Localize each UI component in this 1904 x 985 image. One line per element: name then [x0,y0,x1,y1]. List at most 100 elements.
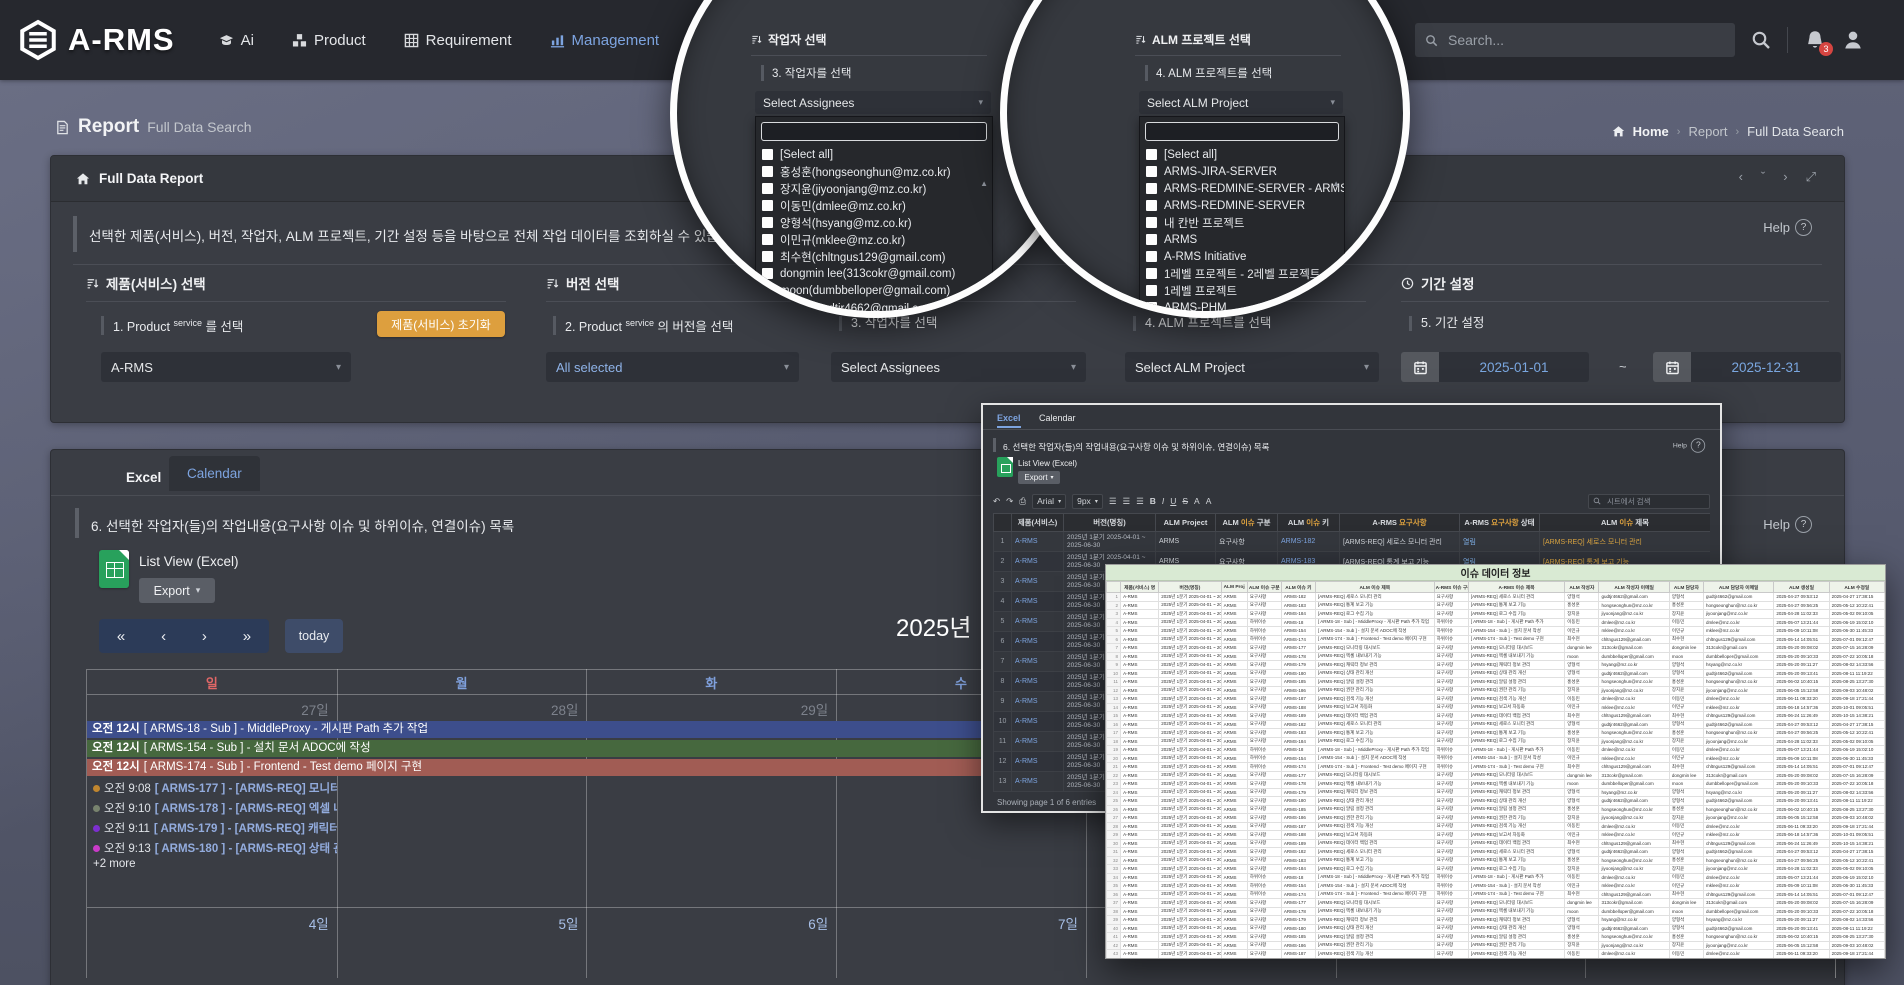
checkbox-icon[interactable] [1146,200,1157,211]
assignee-select[interactable]: Select Assignees ▾ [755,91,991,114]
sheet-row[interactable]: 1A-RMS2025년 1분기 2025-04-01 ~ 2025-06-30A… [1107,593,1885,602]
checkbox-icon[interactable] [762,166,773,177]
sheet-row[interactable]: 43A-RMS2025년 1분기 2025-04-01 ~ 2025-06-30… [1107,950,1885,959]
sheet-row[interactable]: 11A-RMS2025년 1분기 2025-04-01 ~ 2025-06-30… [1107,678,1885,687]
expand-icon[interactable]: ⤢ [1806,169,1816,185]
date-from-field[interactable]: 2025-01-01 [1401,352,1589,382]
assignee-option[interactable]: 이동민(dmlee@mz.co.kr) [756,197,992,214]
tab-calendar[interactable]: Calendar [1039,413,1076,423]
checkbox-icon[interactable] [1146,251,1157,262]
strikethrough-icon[interactable]: S [1182,496,1188,506]
nav-item-management[interactable]: Management [550,32,660,49]
checkbox-icon[interactable] [1146,183,1157,194]
search-submit-icon[interactable] [1751,30,1771,50]
sheet-row[interactable]: 32A-RMS2025년 1분기 2025-04-01 ~ 2025-06-30… [1107,856,1885,865]
bold-icon[interactable]: B [1150,496,1156,506]
assignee-option[interactable]: 이민규(mklee@mz.co.kr) [756,231,992,248]
assignee-option[interactable]: 홍성훈(hongseonghun@mz.co.kr) [756,163,992,180]
breadcrumb-home[interactable]: Home [1633,124,1669,139]
sheet-row[interactable]: 25A-RMS2025년 1분기 2025-04-01 ~ 2025-06-30… [1107,797,1885,806]
checkbox-icon[interactable] [1146,285,1157,296]
header-cell[interactable]: ALM 이슈 구분 [1216,514,1278,532]
today-button[interactable]: today [285,619,343,653]
help-button[interactable]: Help ? [1763,516,1812,533]
search-input[interactable] [1446,31,1725,49]
align-center-icon[interactable]: ☰ [1122,496,1130,507]
tab-excel[interactable]: Excel [114,462,173,493]
sheet-row[interactable]: 19A-RMS2025년 1분기 2025-04-01 ~ 2025-06-30… [1107,746,1885,755]
alm-project-option[interactable]: 1레벨 프로젝트 [1140,282,1344,299]
report-row[interactable]: 1A-RMS2025년 1분기 2025-04-01 ~ 2025-06-30A… [994,532,1711,552]
assignee-option[interactable]: 최수현(chltngus129@gmail.com) [756,248,992,265]
nav-item-ai[interactable]: Ai [219,32,254,49]
header-cell[interactable]: A-RMS 요구사항 [1340,514,1460,532]
collapse-down-icon[interactable]: ˇ [1761,169,1765,185]
header-cell[interactable]: ALM 이슈 키 [1278,514,1340,532]
date-to-field[interactable]: 2025-12-31 [1653,352,1841,382]
next-month-button[interactable]: › [202,628,207,645]
assignee-select[interactable]: Select Assignees ▾ [831,352,1086,382]
alm-project-option[interactable]: ARMS-REDMINE-SERVER [1140,197,1344,214]
calendar-event-item[interactable]: 오전 9:10[ ARMS-178 ] - [ARMS-REQ] 엑셀 내보내기 [87,798,337,818]
app-logo[interactable]: A-RMS [18,18,175,62]
checkbox-icon[interactable] [762,217,773,228]
sheet-row[interactable]: 38A-RMS2025년 1분기 2025-04-01 ~ 2025-06-30… [1107,907,1885,916]
sheet-row[interactable]: 40A-RMS2025년 1분기 2025-04-01 ~ 2025-06-30… [1107,924,1885,933]
alm-project-option[interactable]: ARMS-REDMINE-SERVER - ARMS-RE [1140,180,1344,197]
prev-month-button[interactable]: ‹ [161,628,166,645]
alm-project-option[interactable]: A-RMS Initiative [1140,248,1344,265]
sheet-row[interactable]: 7A-RMS2025년 1분기 2025-04-01 ~ 2025-06-30A… [1107,644,1885,653]
assignee-option[interactable]: dongmin lee(313cokr@gmail.com) [756,265,992,282]
version-select[interactable]: All selected ▾ [546,352,799,382]
sheet-row[interactable]: 41A-RMS2025년 1분기 2025-04-01 ~ 2025-06-30… [1107,933,1885,942]
sheet-row[interactable]: 29A-RMS2025년 1분기 2025-04-01 ~ 2025-06-30… [1107,831,1885,840]
date-cell[interactable]: 27일 [87,694,337,721]
date-cell[interactable]: 6일 [586,908,836,935]
sheet-row[interactable]: 28A-RMS2025년 1분기 2025-04-01 ~ 2025-06-30… [1107,822,1885,831]
sheet-row[interactable]: 9A-RMS2025년 1분기 2025-04-01 ~ 2025-06-30A… [1107,661,1885,670]
checkbox-icon[interactable] [1146,268,1157,279]
alm-project-option[interactable]: ARMS-JIRA-SERVER [1140,163,1344,180]
date-cell[interactable]: 29일 [586,694,836,721]
sheet-row[interactable]: 39A-RMS2025년 1분기 2025-04-01 ~ 2025-06-30… [1107,916,1885,925]
nav-item-requirement[interactable]: Requirement [404,32,512,49]
sheet-row[interactable]: 42A-RMS2025년 1분기 2025-04-01 ~ 2025-06-30… [1107,941,1885,950]
sheet-row[interactable]: 24A-RMS2025년 1분기 2025-04-01 ~ 2025-06-30… [1107,788,1885,797]
sheet-row[interactable]: 5A-RMS2025년 1분기 2025-04-01 ~ 2025-06-30A… [1107,627,1885,636]
sheet-row[interactable]: 36A-RMS2025년 1분기 2025-04-01 ~ 2025-06-30… [1107,890,1885,899]
alm-project-option[interactable]: 1레벨 프로젝트 - 2레벨 프로젝트 [1140,265,1344,282]
assignee-option[interactable]: 양형석(hsyang@mz.co.kr) [756,214,992,231]
sheet-row[interactable]: 12A-RMS2025년 1분기 2025-04-01 ~ 2025-06-30… [1107,686,1885,695]
checkbox-icon[interactable] [1146,166,1157,177]
user-icon[interactable] [1842,29,1864,51]
notification-button[interactable]: 3 [1804,29,1826,51]
checkbox-icon[interactable] [1146,234,1157,245]
sheet-row[interactable]: 8A-RMS2025년 1분기 2025-04-01 ~ 2025-06-30A… [1107,652,1885,661]
sheet-row[interactable]: 4A-RMS2025년 1분기 2025-04-01 ~ 2025-06-30A… [1107,618,1885,627]
checkbox-icon[interactable] [762,183,773,194]
sheet-row[interactable]: 35A-RMS2025년 1분기 2025-04-01 ~ 2025-06-30… [1107,882,1885,891]
calendar-event-item[interactable]: 오전 9:08[ ARMS-177 ] - [ARMS-REQ] 모니터링 [87,778,337,798]
italic-icon[interactable]: I [1162,496,1164,506]
sheet-row[interactable]: 18A-RMS2025년 1분기 2025-04-01 ~ 2025-06-30… [1107,737,1885,746]
next-year-button[interactable]: » [243,628,251,645]
product-reset-button[interactable]: 제품(서비스) 초기화 [377,311,505,337]
font-color-icon[interactable]: A [1194,496,1200,506]
checkbox-icon[interactable] [762,268,773,279]
checkbox-icon[interactable] [762,149,773,160]
alm-filter-input[interactable] [1145,122,1339,141]
align-right-icon[interactable]: ☰ [1136,496,1144,507]
scroll-up-icon[interactable]: ▲ [1332,179,1340,188]
alm-project-option[interactable]: 내 칸반 프로젝트 [1140,214,1344,231]
sheet-row[interactable]: 31A-RMS2025년 1분기 2025-04-01 ~ 2025-06-30… [1107,848,1885,857]
assignee-option[interactable]: moon(dumbbelloper@gmail.com) [756,282,992,299]
alm-project-option[interactable]: ARMS [1140,231,1344,248]
sheet-row[interactable]: 10A-RMS2025년 1분기 2025-04-01 ~ 2025-06-30… [1107,669,1885,678]
sheet-row[interactable]: 22A-RMS2025년 1분기 2025-04-01 ~ 2025-06-30… [1107,771,1885,780]
sheet-row[interactable]: 44A-RMS2025년 1분기 2025-04-01 ~ 2025-06-30… [1107,958,1885,959]
font-select[interactable]: Arial ▾ [1032,494,1066,509]
header-cell[interactable]: 제품(서비스) [1012,514,1064,532]
checkbox-icon[interactable] [1146,217,1157,228]
export-button[interactable]: Export ▾ [139,578,215,603]
font-size-select[interactable]: 9px ▾ [1072,494,1103,509]
